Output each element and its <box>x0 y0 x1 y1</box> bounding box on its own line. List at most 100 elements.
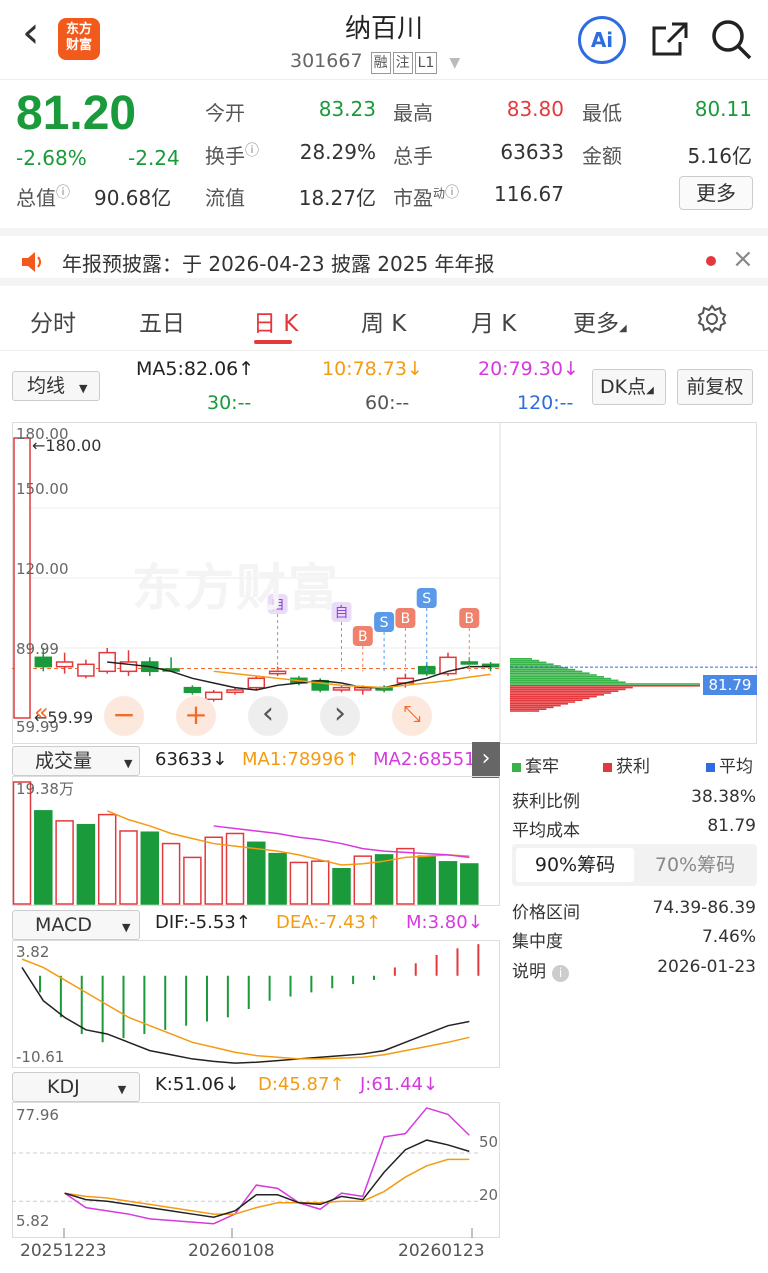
more-quote-button[interactable]: 更多 <box>679 176 753 210</box>
chip-bar <box>510 676 604 678</box>
chip-bar <box>510 667 568 669</box>
volume-selector[interactable]: 成交量 ▼ <box>12 746 140 776</box>
macd-canvas <box>21 944 480 1064</box>
concentration-label: 集中度 <box>512 932 563 952</box>
kdj-selector[interactable]: KDJ ▼ <box>12 1072 140 1102</box>
tab-weekly-k[interactable]: 周 K <box>361 304 406 338</box>
volume-bar <box>460 863 479 905</box>
volume-max-label: 19.38万 <box>16 780 74 798</box>
tab-chip-70[interactable]: 70%筹码 <box>636 848 754 882</box>
volume-bar <box>310 860 330 905</box>
chip-bar <box>510 661 547 664</box>
avg-cost-value: 81.79 <box>707 816 756 836</box>
tab-daily-k[interactable]: 日 K <box>253 304 298 338</box>
candle-body <box>332 686 351 691</box>
pe-value: 116.67 <box>494 182 564 206</box>
dk-point-button[interactable]: DK点◢ <box>592 369 666 405</box>
tab-monthly-k[interactable]: 月 K <box>471 304 516 338</box>
expand-arrow-button[interactable]: › <box>472 742 500 778</box>
ai-button[interactable]: Ai <box>578 16 626 64</box>
info-icon[interactable]: ⓘ <box>56 185 70 201</box>
scroll-right-button[interactable]: › <box>320 696 360 736</box>
signal-marker-text: B <box>464 611 474 627</box>
info-icon[interactable]: ⓘ <box>445 185 459 201</box>
notice-bar[interactable]: 年报预披露：于 2026-04-23 披露 2025 年年报 × <box>0 228 768 286</box>
volume-bar <box>289 861 309 905</box>
note-label[interactable]: 说明 i <box>512 957 569 982</box>
volume-bar <box>34 810 53 905</box>
note-date: 2026-01-23 <box>657 957 756 977</box>
high-label: 最高 <box>393 101 433 125</box>
volume-bar <box>438 861 458 905</box>
macd-dea: DEA:-7.43↑ <box>276 912 381 933</box>
scroll-to-start-icon[interactable]: « <box>34 698 49 726</box>
stock-code: 301667 <box>290 50 363 72</box>
chip-bar <box>510 697 590 700</box>
volume-bar <box>12 781 32 905</box>
chip-bar <box>510 659 540 662</box>
open-label: 今开 <box>205 101 245 125</box>
ma10-value: 10:78.73↓ <box>322 358 423 380</box>
y-label-150: 150.00 <box>16 480 69 498</box>
volume-ma2: MA2:68551 <box>373 749 473 770</box>
chip-bar <box>510 686 633 689</box>
float-label: 流值 <box>205 186 245 210</box>
candle-body <box>268 670 287 675</box>
info-icon[interactable]: ⓘ <box>245 143 259 159</box>
volume-bar <box>268 852 287 905</box>
volume-ma1: MA1:78996↑ <box>242 749 360 770</box>
notice-text: 年报预披露：于 2026-04-23 披露 2025 年年报 <box>62 252 495 276</box>
legend-average: 平均 <box>706 752 753 777</box>
volume-canvas <box>12 781 479 905</box>
dropdown-icon[interactable]: ▼ <box>449 55 460 71</box>
change-amount: -2.24 <box>128 146 180 170</box>
settings-icon[interactable] <box>697 304 727 334</box>
ma-selector[interactable]: 均线 ▼ <box>12 371 100 401</box>
zoom-in-button[interactable]: + <box>176 696 216 736</box>
chip-bar <box>510 706 554 709</box>
ma30-value: 30:-- <box>207 392 252 414</box>
legend-profit: 获利 <box>603 752 650 777</box>
date-end: 20260123 <box>398 1241 485 1261</box>
tab-more[interactable]: 更多◢ <box>573 304 627 338</box>
signal-marker-text: S <box>380 615 389 631</box>
zoom-out-button[interactable]: − <box>104 696 144 736</box>
macd-dif-line <box>21 967 470 1064</box>
volume-bar <box>183 856 202 905</box>
turnover-value: 28.29% <box>299 140 376 164</box>
tab-intraday[interactable]: 分时 <box>30 304 76 338</box>
volume-bar <box>247 841 266 905</box>
chip-bar <box>510 672 590 674</box>
divider <box>0 350 768 351</box>
chip-bar <box>510 694 604 696</box>
candle-body <box>183 686 202 694</box>
volume-bar <box>119 830 138 905</box>
active-tab-indicator <box>254 340 292 344</box>
amount-label: 金额 <box>582 144 622 168</box>
chip-bar <box>510 663 554 665</box>
chip-bar <box>510 681 626 683</box>
chip-bar <box>510 668 576 671</box>
tab-five-day[interactable]: 五日 <box>139 304 185 338</box>
date-mid: 20260108 <box>188 1241 275 1261</box>
scroll-left-button[interactable]: ‹ <box>248 696 288 736</box>
share-icon[interactable] <box>650 20 690 60</box>
candle-body <box>226 689 244 694</box>
search-icon[interactable] <box>710 18 754 62</box>
chip-bar <box>510 683 700 685</box>
chip-bar <box>510 685 700 687</box>
signal-marker-text: B <box>358 629 368 645</box>
volume-bar <box>204 836 223 905</box>
tab-chip-90[interactable]: 90%筹码 <box>516 848 634 882</box>
forward-adjust-button[interactable]: 前复权 <box>677 369 753 405</box>
macd-selector[interactable]: MACD ▼ <box>12 910 140 940</box>
kdj-j: J:61.44↓ <box>360 1074 438 1095</box>
fullscreen-button[interactable]: ⤡ <box>392 696 432 736</box>
close-icon[interactable]: × <box>732 244 754 274</box>
speaker-icon <box>22 252 41 272</box>
info-icon[interactable]: i <box>552 965 569 982</box>
volume-bar <box>55 820 74 905</box>
kdj-k: K:51.06↓ <box>155 1074 240 1095</box>
stock-code-row[interactable]: 301667 融注 L1 ▼ <box>290 50 460 74</box>
chip-bar <box>510 688 626 691</box>
